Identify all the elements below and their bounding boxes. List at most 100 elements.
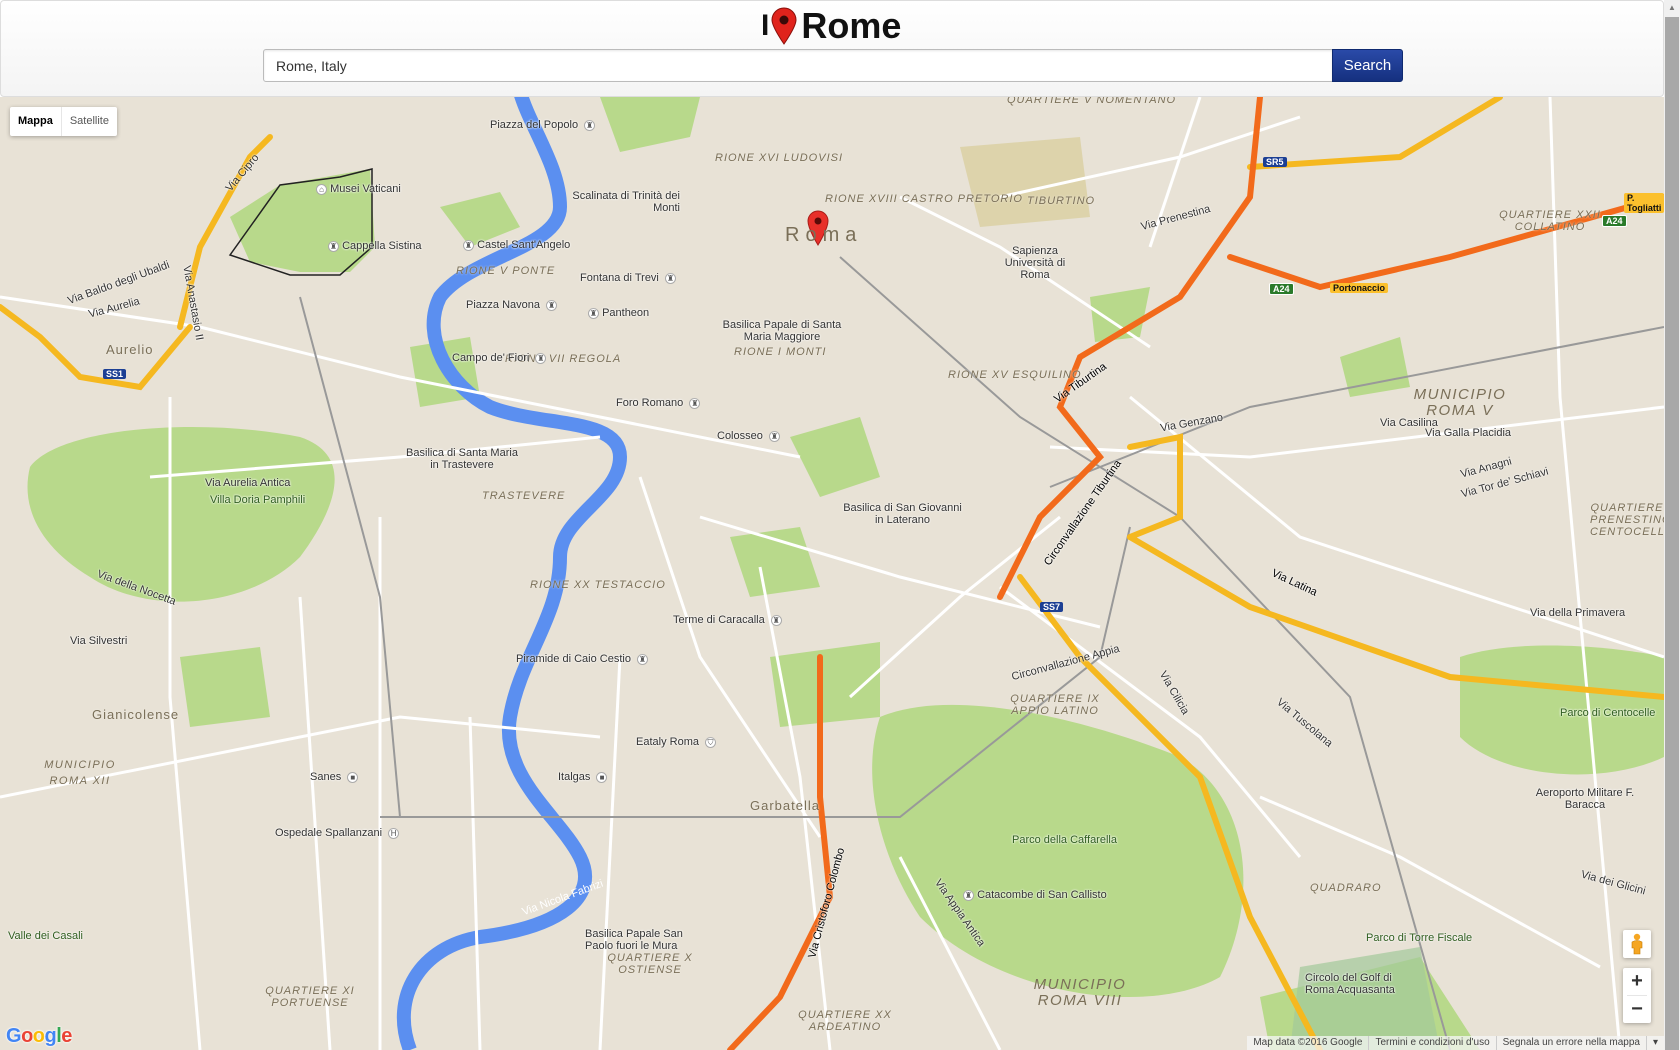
map-footer: Map data ©2016 Google Termini e condizio… bbox=[1247, 1036, 1664, 1050]
place-colosseo[interactable]: Colosseo ♜ bbox=[717, 430, 780, 442]
hospital-icon: H bbox=[388, 827, 400, 839]
district-label: RIONE XVI LUDOVISI bbox=[715, 152, 844, 164]
district-label: QUARTIERE X OSTIENSE bbox=[607, 952, 693, 976]
municipio-label: MUNICIPIO ROMA VIII bbox=[1033, 976, 1127, 1009]
road-label: Via Aurelia Antica bbox=[205, 477, 291, 489]
place-piramide-caio-cestio[interactable]: Piramide di Caio Cestio ♜ bbox=[516, 653, 648, 665]
place-foro-romano[interactable]: Foro Romano ♜ bbox=[616, 397, 701, 409]
municipio-label: MUNICIPIO ROMA V bbox=[1413, 386, 1507, 419]
terms-link[interactable]: Termini e condizioni d'uso bbox=[1368, 1036, 1495, 1050]
map-data-attribution: Map data ©2016 Google bbox=[1253, 1037, 1363, 1048]
place-castel-santangelo[interactable]: ♜ Castel Sant'Angelo bbox=[460, 239, 570, 251]
place-aeroporto-baracca[interactable]: Aeroporto Militare F. Baracca bbox=[1530, 787, 1640, 811]
landmark-icon: ♜ bbox=[588, 307, 599, 319]
map-pin-icon bbox=[771, 7, 797, 45]
district-label: QUARTIERE XX ARDEATINO bbox=[798, 1009, 892, 1033]
district-label: RIONE XV ESQUILINO bbox=[948, 369, 1082, 381]
business-icon: ■ bbox=[347, 771, 359, 783]
pegman-icon bbox=[1631, 933, 1643, 955]
landmark-icon: ♜ bbox=[637, 653, 648, 665]
park-label: Villa Doria Pamphili bbox=[210, 494, 306, 506]
map-type-mappa-button[interactable]: Mappa bbox=[10, 107, 62, 136]
place-golf-acquasanta[interactable]: Circolo del Golf di Roma Acquasanta bbox=[1305, 972, 1415, 996]
place-cappella-sistina[interactable]: ♜ Cappella Sistina bbox=[325, 240, 422, 252]
scrollbar-thumb[interactable] bbox=[1665, 17, 1679, 1050]
place-san-paolo-fuori-le-mura[interactable]: Basilica Papale San Paolo fuori le Mura bbox=[585, 928, 695, 952]
page-scrollbar[interactable]: ▲ bbox=[1664, 0, 1680, 1050]
landmark-icon: ♜ bbox=[963, 889, 974, 901]
place-piazza-navona[interactable]: Piazza Navona ♜ bbox=[466, 299, 558, 311]
place-ospedale-spallanzani[interactable]: Ospedale Spallanzani H bbox=[275, 827, 400, 839]
road-shield: A24 bbox=[1269, 283, 1294, 295]
place-pantheon[interactable]: ♜ Pantheon bbox=[585, 307, 649, 319]
map-type-satellite-button[interactable]: Satellite bbox=[62, 107, 117, 136]
place-italgas[interactable]: Italgas ■ bbox=[558, 771, 608, 783]
landmark-icon: ♜ bbox=[463, 239, 474, 251]
park-label: Parco di Torre Fiscale bbox=[1366, 932, 1473, 944]
district-label: QUARTIERE IX APPIO LATINO bbox=[1010, 693, 1100, 717]
district-label: QUADRARO bbox=[1310, 882, 1382, 894]
shop-icon: ⛉ bbox=[705, 736, 717, 748]
place-musei-vaticani[interactable]: ⌂ Musei Vaticani bbox=[313, 183, 401, 195]
page-title: I Rome bbox=[761, 5, 901, 47]
district-label: TRASTEVERE bbox=[482, 490, 566, 502]
scroll-up-arrow-icon[interactable]: ▲ bbox=[1664, 0, 1680, 16]
title-prefix: I bbox=[761, 9, 770, 42]
zoom-control: + − bbox=[1623, 968, 1651, 1023]
district-label: QUARTIERE XI PORTUENSE bbox=[265, 985, 355, 1009]
map-type-control: Mappa Satellite bbox=[10, 107, 117, 136]
footer-expand-icon[interactable]: ▾ bbox=[1645, 1036, 1664, 1050]
place-santa-maria-maggiore[interactable]: Basilica Papale di Santa Maria Maggiore bbox=[722, 319, 842, 343]
place-trinita-dei-monti[interactable]: Scalinata di Trinità dei Monti bbox=[570, 190, 680, 214]
museum-icon: ⌂ bbox=[316, 183, 327, 195]
district-label: TIBURTINO bbox=[1027, 195, 1096, 207]
district-label: Gianicolense bbox=[92, 707, 180, 722]
landmark-icon: ♜ bbox=[546, 299, 558, 311]
search-input[interactable] bbox=[263, 49, 1333, 82]
place-catacombe-san-callisto[interactable]: ♜ Catacombe di San Callisto bbox=[960, 889, 1107, 901]
place-sanes[interactable]: Sanes ■ bbox=[310, 771, 359, 783]
city-label: Roma bbox=[785, 224, 863, 246]
app: I Rome Search bbox=[0, 0, 1680, 1050]
header: I Rome Search bbox=[0, 0, 1664, 97]
place-san-giovanni-laterano[interactable]: Basilica di San Giovanni in Laterano bbox=[840, 502, 965, 526]
business-icon: ■ bbox=[596, 771, 608, 783]
place-terme-di-caracalla[interactable]: Terme di Caracalla ♜ bbox=[673, 614, 782, 626]
zoom-out-button[interactable]: − bbox=[1623, 996, 1651, 1023]
municipio-label: MUNICIPIO ROMA XII bbox=[44, 759, 116, 787]
place-santa-maria-trastevere[interactable]: Basilica di Santa Maria in Trastevere bbox=[402, 447, 522, 471]
district-label: RIONE XX TESTACCIO bbox=[530, 579, 666, 591]
zoom-in-button[interactable]: + bbox=[1623, 968, 1651, 995]
district-label: RIONE I MONTI bbox=[734, 346, 827, 358]
park-label: Valle dei Casali bbox=[8, 930, 84, 942]
place-fontana-di-trevi[interactable]: Fontana di Trevi ♜ bbox=[580, 272, 676, 284]
road-shield: P. Togliatti bbox=[1624, 193, 1664, 213]
road-shield: Portonaccio bbox=[1330, 283, 1389, 293]
road-shield: SS1 bbox=[103, 369, 127, 379]
landmark-icon: ♜ bbox=[664, 272, 676, 284]
road-label: Via Silvestri bbox=[70, 635, 128, 647]
street-view-pegman[interactable] bbox=[1623, 930, 1651, 958]
park-villa-doria-pamphili bbox=[27, 427, 335, 602]
landmark-icon: ♜ bbox=[768, 430, 780, 442]
landmark-icon: ♜ bbox=[328, 240, 339, 252]
landmark-icon: ♜ bbox=[535, 352, 547, 364]
district-label: Garbatella bbox=[750, 798, 820, 813]
road-label: Via Galla Placidia bbox=[1425, 427, 1512, 439]
district-label: RIONE XVIII CASTRO PRETORIO bbox=[825, 193, 1023, 205]
search-button[interactable]: Search bbox=[1332, 49, 1403, 82]
map-canvas[interactable]: Mappa Satellite Roma RIONE XVI LUDOVISI … bbox=[0, 97, 1664, 1050]
place-piazza-del-popolo[interactable]: Piazza del Popolo ♜ bbox=[490, 119, 596, 131]
road-shield: SR5 bbox=[1263, 157, 1287, 167]
landmark-icon: ♜ bbox=[689, 397, 701, 409]
place-campo-de-fiori[interactable]: Campo de' Fiori ♜ bbox=[452, 352, 547, 364]
place-eataly-roma[interactable]: Eataly Roma ⛉ bbox=[636, 736, 717, 748]
report-error-link[interactable]: Segnala un errore nella mappa bbox=[1495, 1036, 1646, 1050]
place-sapienza[interactable]: Sapienza Università di Roma bbox=[1000, 245, 1070, 281]
district-label: QUARTIERE PRENESTINO CENTOCELLE bbox=[1590, 502, 1664, 538]
district-label: QUARTIERE XXII COLLATINO bbox=[1499, 209, 1601, 233]
landmark-icon: ♜ bbox=[770, 614, 782, 626]
google-logo[interactable]: Google bbox=[6, 1025, 72, 1048]
district-label: Aurelio bbox=[106, 342, 154, 357]
road-shield: A24 bbox=[1602, 215, 1627, 227]
